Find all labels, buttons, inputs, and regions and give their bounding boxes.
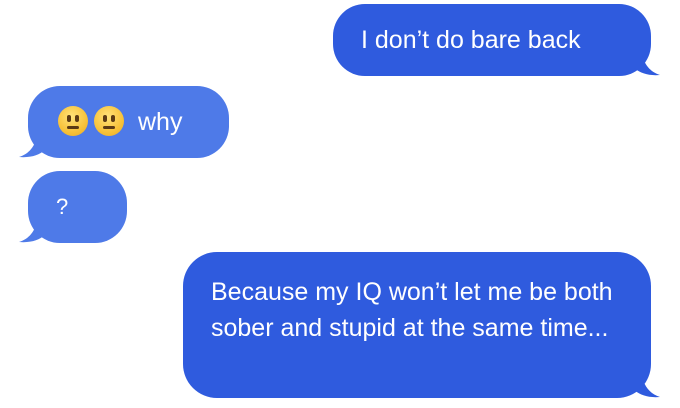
message-text: Because my IQ won’t let me be both sober… [211, 278, 613, 342]
message-content: why [58, 106, 183, 136]
outgoing-message-1[interactable]: I don’t do bare back [333, 4, 660, 76]
neutral-face-icon [94, 106, 124, 136]
bubble-tail-icon [19, 136, 45, 158]
outgoing-message-2[interactable]: Because my IQ won’t let me be both sober… [183, 252, 660, 398]
incoming-message-1[interactable]: why [19, 86, 229, 158]
bubble-tail-icon [634, 376, 660, 398]
bubble-tail-icon [634, 54, 660, 76]
message-text: why [138, 108, 183, 136]
neutral-face-icon [58, 106, 88, 136]
message-text: I don’t do bare back [361, 26, 581, 54]
bubble-tail-icon [19, 221, 45, 243]
message-text: ? [56, 194, 69, 219]
incoming-message-2[interactable]: ? [19, 171, 127, 243]
